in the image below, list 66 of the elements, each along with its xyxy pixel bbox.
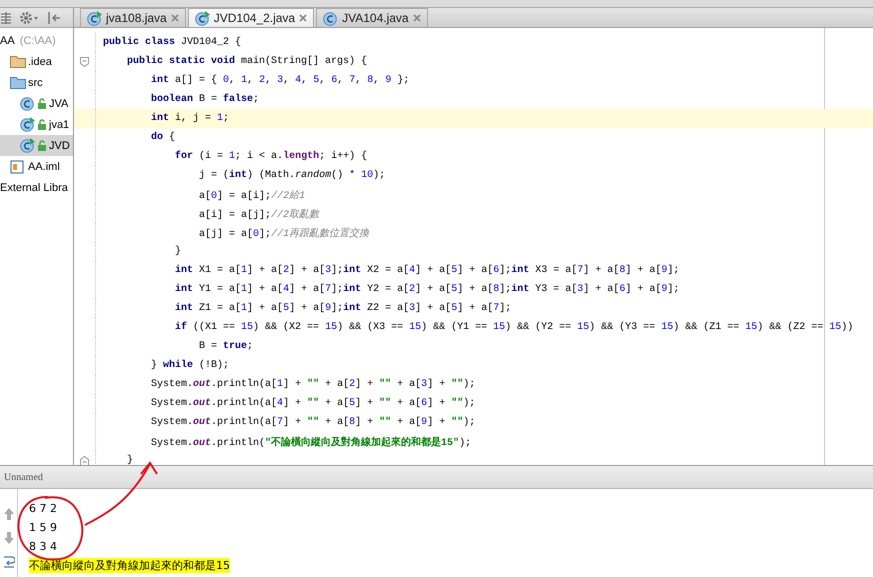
tree-label: jva1	[49, 118, 70, 130]
tree-label: JVD	[49, 140, 70, 152]
tree-item[interactable]: jva1	[0, 114, 73, 135]
editor-tab[interactable]: JVA104.java	[316, 8, 428, 27]
tree-item[interactable]: External Libra	[0, 177, 73, 198]
code-line: int X1 = a[1] + a[2] + a[3];int X2 = a[4] + a[5] + a[6];int X3 = a[7] + a[8] + a[9];	[174, 265, 680, 276]
tree-label: .idea	[28, 56, 52, 68]
code-line: }	[126, 455, 134, 466]
code-line: System.out.println("不論橫向縱向及對角線加起來的和都是15");	[150, 436, 472, 448]
lock-icon	[37, 119, 47, 130]
tree-label: AA	[0, 34, 15, 46]
code-line: int Y1 = a[1] + a[4] + a[7];int Y2 = a[2] + a[5] + a[8];int Y3 = a[3] + a[6] + a[9];	[174, 284, 680, 295]
close-icon	[412, 14, 421, 22]
tree-item[interactable]: AA (C:\AA)	[0, 30, 73, 51]
code-line: boolean B = false;	[150, 94, 260, 105]
tree-label: External Libra	[0, 182, 68, 194]
up-arrow-icon	[2, 507, 14, 521]
hide-panel-icon	[47, 12, 61, 24]
code-line: System.out.println(a[1] + "" + a[2] + "" + a[3] + "");	[150, 379, 476, 390]
code-line: System.out.println(a[4] + "" + a[5] + "" + a[6] + "");	[150, 398, 476, 409]
editor-tab[interactable]: jva108.java	[80, 8, 186, 27]
console-output-line: 1 5 9	[29, 521, 57, 534]
tree-item[interactable]: JVD	[0, 135, 73, 156]
code-line: } while (!B);	[150, 360, 230, 371]
collapse-icon	[1, 12, 11, 24]
code-line: j = (int) (Math.random() * 10);	[198, 170, 386, 181]
tree-item[interactable]: src	[0, 72, 73, 93]
handdrawn-circle-annotation	[18, 496, 84, 560]
settings-icon	[19, 10, 39, 24]
code-line: B = true;	[198, 341, 254, 352]
close-icon	[299, 14, 308, 22]
tree-item[interactable]: JVA	[0, 93, 73, 114]
console-output-line: 8 3 4	[29, 540, 57, 553]
code-line: System.out.println(a[7] + "" + a[8] + "" + a[9] + "");	[150, 417, 476, 428]
code-line: int Z1 = a[1] + a[5] + a[9];int Z2 = a[3] + a[5] + a[7];	[174, 303, 512, 314]
tree-item[interactable]: .idea	[0, 51, 73, 72]
close-icon	[170, 14, 179, 22]
code-line: public static void main(String[] args) {	[126, 56, 368, 67]
tab-label: JVD104_2.java	[214, 11, 296, 25]
code-line: public class JVD104_2 {	[103, 37, 242, 48]
wrap-lines-icon	[2, 555, 14, 569]
lock-icon	[37, 98, 47, 109]
console-output-line: 6 7 2	[29, 502, 57, 515]
tree-item[interactable]: AA.iml	[0, 156, 73, 177]
module-file-icon	[10, 160, 26, 174]
code-line: }	[174, 246, 182, 257]
code-line: for (i = 1; i < a.length; i++) {	[174, 151, 368, 162]
code-line: int i, j = 1;	[150, 113, 230, 124]
code-line: int a[] = { 0, 1, 2, 3, 4, 5, 6, 7, 8, 9 };	[150, 75, 410, 86]
code-line: if ((X1 == 15) && (X2 == 15) && (X3 == 15) && (Y1 == 15) && (Y2 == 15) && (Y3 == 15) && (Z1 == 15) && (Z2 == 15))	[174, 322, 854, 333]
tree-label: AA.iml	[28, 160, 60, 172]
down-arrow-icon	[2, 531, 14, 545]
folder-icon	[10, 76, 26, 89]
tab-label: JVA104.java	[342, 11, 409, 25]
editor-tab[interactable]: JVD104_2.java	[188, 8, 314, 27]
code-line: a[j] = a[0];//1再跟亂數位置交換	[198, 226, 370, 240]
tree-label: JVA	[49, 98, 68, 110]
path-hint: (C:\AA)	[18, 34, 56, 46]
code-line: a[0] = a[i];//2給1	[198, 189, 306, 202]
lock-icon	[37, 140, 47, 151]
folder-icon	[10, 55, 26, 68]
tab-label: jva108.java	[106, 11, 167, 25]
tree-label: src	[28, 76, 43, 88]
run-panel-title: Unnamed	[4, 472, 43, 482]
code-line: a[i] = a[j];//2取亂數	[198, 208, 320, 220]
code-line: do {	[150, 132, 176, 143]
